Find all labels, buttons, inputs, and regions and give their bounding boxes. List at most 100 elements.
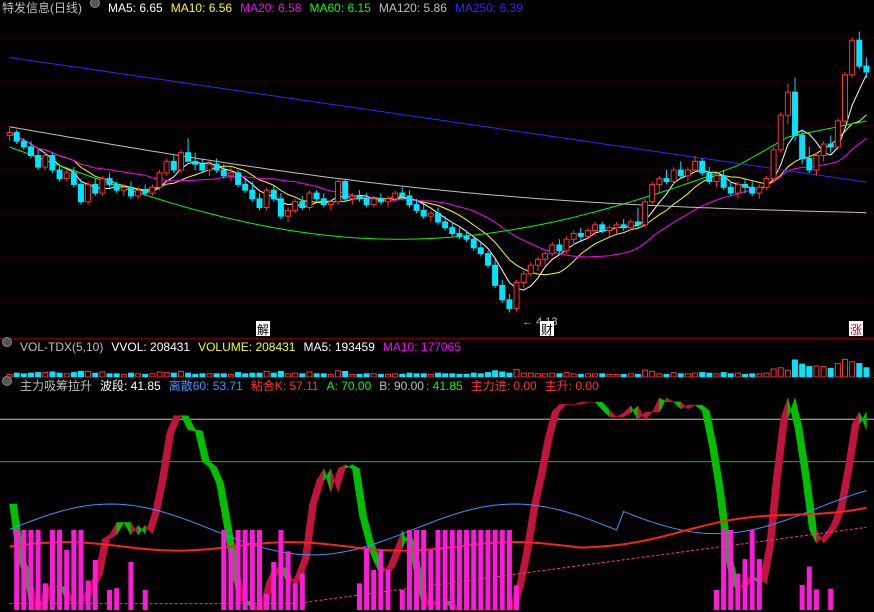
accumulation-bar — [256, 530, 262, 610]
wave-ribbon-segment — [337, 464, 346, 493]
candle-body — [442, 221, 449, 229]
accumulation-bar — [71, 530, 77, 610]
accumulation-bar — [242, 530, 248, 610]
candle-body — [35, 155, 42, 168]
accumulation-bar — [471, 530, 477, 610]
candle-body — [813, 155, 820, 171]
candle-body — [120, 186, 127, 191]
accumulation-bar — [735, 573, 741, 610]
wave-ribbon-segment — [666, 397, 674, 403]
accumulation-bar — [449, 530, 455, 610]
wave-ribbon-segment — [787, 397, 796, 429]
candle-body — [856, 39, 863, 67]
candle-body — [63, 172, 70, 180]
candle-body — [235, 172, 242, 185]
candle-body — [849, 39, 856, 76]
accumulation-bar — [828, 588, 834, 610]
accumulation-bar — [478, 530, 484, 610]
candle-body — [220, 169, 227, 177]
candle-body — [399, 192, 406, 197]
candle-body — [506, 299, 513, 309]
candle-body — [663, 178, 670, 183]
candle-body — [627, 221, 634, 229]
candle-body — [135, 189, 142, 197]
volume-bar — [770, 368, 777, 377]
accumulation-bar — [371, 570, 377, 610]
candle-body — [449, 227, 456, 234]
wave-ribbon-segment — [816, 529, 824, 545]
wave-ribbon-segment — [152, 477, 160, 535]
volume-bar — [813, 365, 820, 377]
accumulation-bar — [114, 588, 120, 610]
candle-body — [692, 160, 699, 171]
volume-bar — [792, 359, 799, 377]
candle-body — [27, 146, 34, 157]
wave-ribbon-segment — [537, 437, 546, 508]
candle-body — [606, 227, 613, 232]
candle-body — [156, 172, 163, 188]
wave-ribbon-segment — [302, 504, 310, 578]
wave-ribbon-segment — [216, 467, 225, 525]
event-marker-3[interactable]: 涨 — [850, 322, 862, 337]
volume-chart[interactable] — [0, 339, 874, 377]
volume-panel: VOL-TDX(5,10) VVOL: 208431 VOLUME: 20843… — [0, 337, 874, 377]
candle-body — [727, 186, 734, 194]
wave-ribbon-segment — [187, 415, 196, 432]
candle-body — [406, 195, 413, 206]
accumulation-bar — [235, 530, 241, 610]
accumulation-bar — [492, 530, 498, 610]
accumulation-bar — [292, 583, 298, 610]
candle-body — [6, 132, 13, 136]
candle-body — [670, 169, 677, 183]
accumulation-bar — [299, 573, 305, 610]
candle-body — [392, 192, 399, 200]
candle-body — [49, 155, 56, 171]
wave-ribbon-segment — [344, 464, 353, 470]
candle-body — [527, 264, 534, 275]
candle-body — [792, 91, 799, 136]
candle-body — [285, 209, 292, 217]
candle-body — [92, 183, 99, 194]
accumulation-bar — [142, 590, 148, 610]
accumulation-bar — [406, 530, 412, 610]
candle-body — [242, 183, 249, 191]
accumulation-bar — [428, 550, 434, 610]
accumulation-bar — [78, 530, 84, 610]
candle-body — [749, 186, 756, 194]
candle-body — [556, 244, 563, 252]
candle-body — [706, 172, 713, 183]
wave-ribbon-segment — [609, 409, 618, 418]
candle-body — [842, 74, 849, 122]
candle-body — [320, 198, 327, 206]
candle-body — [549, 244, 556, 255]
candle-body — [370, 198, 377, 206]
event-marker-1[interactable]: 解 — [257, 323, 269, 337]
candle-body — [684, 169, 691, 177]
event-marker-2[interactable]: 财 — [541, 323, 553, 337]
candle-body — [185, 152, 192, 162]
accumulation-bar — [28, 530, 34, 610]
candle-body — [327, 201, 334, 206]
wave-ribbon-segment — [559, 404, 568, 413]
accumulation-bar — [456, 530, 462, 610]
accumulation-bar — [49, 530, 55, 610]
accumulation-bar — [813, 589, 819, 610]
wave-ribbon-segment — [523, 507, 532, 586]
candle-body — [335, 181, 342, 203]
candle-body — [292, 201, 299, 211]
accumulation-bar — [57, 530, 63, 610]
candle-body — [299, 201, 306, 209]
accumulation-bar — [499, 530, 505, 610]
price-chart[interactable]: ← 4.13 解 财 涨 — [0, 0, 874, 338]
wave-ribbon-segment — [594, 401, 603, 411]
accumulation-bar — [435, 530, 441, 610]
candle-body — [213, 163, 220, 171]
wave-ribbon-segment — [701, 404, 710, 447]
wave-ribbon-segment — [623, 405, 632, 418]
candle-body — [642, 201, 649, 226]
candle-body — [463, 235, 470, 240]
indicator-chart[interactable] — [0, 378, 874, 612]
candle-body — [99, 178, 106, 194]
volume-bar — [777, 367, 784, 377]
accumulation-bar — [728, 530, 734, 610]
